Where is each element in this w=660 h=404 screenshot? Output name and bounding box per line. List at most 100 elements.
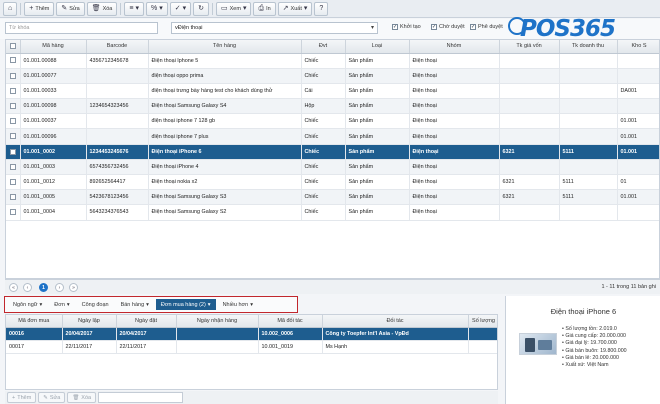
add-button[interactable]: + Thêm: [24, 1, 55, 16]
column-header[interactable]: Kho S: [617, 40, 659, 54]
table-row[interactable]: 01.001.00077 điện thoại oppo prima Chiếc Sả…: [6, 68, 659, 84]
table-cell: Điện thoại iPhone 4: [148, 159, 302, 176]
export-button[interactable]: ↗ Xuất ▾: [277, 1, 313, 16]
table-cell: 00016: [6, 327, 63, 341]
delete-button[interactable]: 🗑 Xóa: [86, 1, 118, 16]
column-header[interactable]: Ngày nhận hàng: [176, 315, 259, 328]
row-checkbox[interactable]: [6, 144, 21, 160]
column-header[interactable]: Loại: [345, 40, 410, 54]
tab-orders[interactable]: Đơn ▾: [49, 299, 74, 310]
current-page[interactable]: 1: [39, 283, 48, 292]
detail-add-button[interactable]: + Thêm: [7, 392, 37, 403]
column-header[interactable]: Tk giá vốn: [499, 40, 560, 54]
row-checkbox[interactable]: [6, 68, 21, 84]
table-cell: Cái: [301, 83, 346, 100]
table-cell: 1234654323456: [86, 98, 149, 115]
grid-header-row: Mã hàng Barcode Tên hàng Đvt Loại Nhóm T…: [6, 40, 659, 54]
column-header[interactable]: Số lượng: [468, 315, 497, 328]
prev-page-button[interactable]: ‹: [23, 283, 32, 292]
percent-menu-button[interactable]: % ▾: [145, 1, 168, 16]
row-checkbox[interactable]: [6, 83, 21, 100]
table-cell: Ms Hạnh: [322, 340, 469, 354]
table-row[interactable]: 01.001.00088 4356712345678 Điện thoại Ipho…: [6, 53, 659, 69]
table-cell: 01.001_0004: [20, 204, 87, 221]
tab-stages[interactable]: Công đoạn: [77, 299, 114, 310]
status-check-approved[interactable]: ✓ Phê duyệt: [470, 24, 503, 30]
column-header[interactable]: Tk doanh thu: [559, 40, 618, 54]
table-cell: 5111: [559, 189, 618, 206]
table-row[interactable]: 01.001_0012 892652564417 Điện thoại nokia …: [6, 174, 659, 191]
detail-delete-button[interactable]: 🗑 Xóa: [67, 392, 97, 403]
table-row[interactable]: 00016 20/04/2017 20/04/2017 10.002_0006 Công…: [6, 327, 497, 341]
next-page-button[interactable]: ›: [55, 283, 64, 292]
keyword-search-input[interactable]: Từ khóa: [5, 22, 158, 34]
table-row[interactable]: 01.001_0002 1234453245676 Điện thoại iPhon…: [6, 144, 659, 160]
row-checkbox[interactable]: [6, 53, 21, 69]
table-row[interactable]: 01.001.00096 điện thoại iphone 7 plus Chiế…: [6, 128, 659, 145]
table-cell: 01.001.00077: [20, 68, 87, 84]
column-header[interactable]: Đối tác: [322, 315, 469, 328]
edit-button[interactable]: ✎ Sửa: [56, 1, 85, 16]
table-row[interactable]: 01.001_0004 5643234376543 Điện thoại Samsu…: [6, 204, 659, 221]
table-cell: 892652564417: [86, 174, 149, 191]
table-cell: Điện thoại: [409, 83, 500, 100]
table-cell: [499, 68, 560, 84]
table-cell: 00017: [6, 340, 63, 354]
column-header[interactable]: Nhóm: [409, 40, 500, 54]
home-button[interactable]: ⌂: [3, 1, 18, 16]
table-row[interactable]: 01.001_0005 5423678123456 Điện thoại Samsu…: [6, 189, 659, 206]
table-cell: 20/04/2017: [62, 327, 117, 341]
column-header[interactable]: Mã hàng: [20, 40, 87, 54]
column-header[interactable]: Tên hàng: [148, 40, 302, 54]
tab-sales[interactable]: Bán hàng ▾: [116, 299, 154, 310]
column-header[interactable]: Barcode: [86, 40, 149, 54]
table-cell: Điện thoại Samsung Galaxy S4: [148, 98, 302, 115]
table-cell: 01.001_0012: [20, 174, 87, 191]
table-cell: [559, 159, 618, 176]
toolbar-divider: [212, 2, 213, 15]
column-header[interactable]: Ngày đặt: [116, 315, 177, 328]
purchase-order-grid: Mã đơn mua Ngày lập Ngày đặt Ngày nhận h…: [5, 314, 498, 390]
status-check-created[interactable]: ✓ Khởi tạo: [392, 24, 421, 30]
last-page-button[interactable]: »: [69, 283, 78, 292]
row-checkbox[interactable]: [6, 174, 21, 191]
table-row[interactable]: 00017 22/11/2017 22/11/2017 10.001_0019 Ms H…: [6, 340, 497, 354]
table-row[interactable]: 01.001.00037 điện thoại iphone 7 128 gb Ch…: [6, 113, 659, 130]
row-checkbox[interactable]: [6, 98, 21, 115]
export-icon: ↗: [282, 5, 289, 12]
tab-purchase-orders[interactable]: Đơn mua hàng (2) ▾: [155, 299, 216, 310]
select-all-checkbox[interactable]: [6, 40, 21, 54]
column-header[interactable]: Mã đối tác: [258, 315, 323, 328]
tab-language[interactable]: Ngôn ngữ ▾: [8, 299, 47, 310]
row-checkbox[interactable]: [6, 113, 21, 130]
table-cell: Điện thoại: [409, 159, 500, 176]
product-title: Điện thoại iPhone 6: [550, 307, 617, 316]
first-page-button[interactable]: «: [9, 283, 18, 292]
row-checkbox[interactable]: [6, 204, 21, 221]
category-select[interactable]: vĐiện thoại ▾: [171, 22, 378, 34]
table-cell: [176, 340, 259, 354]
table-row[interactable]: 01.001_0003 6574356732456 Điện thoại iPhon…: [6, 159, 659, 176]
table-cell: [176, 327, 259, 341]
tab-more[interactable]: Nhiều hơn ▾: [218, 299, 258, 310]
phone-front-icon: [525, 338, 535, 352]
detail-edit-button[interactable]: ✎ Sửa: [38, 392, 66, 403]
column-header[interactable]: Ngày lập: [62, 315, 117, 328]
list-menu-button[interactable]: ≡ ▾: [124, 1, 144, 16]
help-button[interactable]: ?: [314, 1, 329, 16]
row-checkbox[interactable]: [6, 159, 21, 176]
row-checkbox[interactable]: [6, 189, 21, 206]
row-checkbox[interactable]: [6, 128, 21, 145]
print-button[interactable]: ⎙ In: [253, 1, 276, 16]
view-button[interactable]: ▭ Xem ▾: [216, 1, 252, 16]
column-header[interactable]: Đvt: [301, 40, 346, 54]
refresh-button[interactable]: ↻: [193, 1, 209, 16]
column-header[interactable]: Mã đơn mua: [6, 315, 63, 328]
approve-menu-button[interactable]: ✓ ▾: [169, 1, 192, 16]
detail-search-input[interactable]: [98, 392, 184, 403]
table-row[interactable]: 01.001.00033 điện thoại trưng bày hàng te…: [6, 83, 659, 100]
table-row[interactable]: 01.001.00098 1234654323456 Điện thoại Sams…: [6, 98, 659, 115]
status-check-pending[interactable]: ✓ Chờ duyệt: [431, 24, 465, 30]
table-cell: Sản phẩm: [345, 83, 410, 100]
table-cell: [86, 68, 149, 84]
